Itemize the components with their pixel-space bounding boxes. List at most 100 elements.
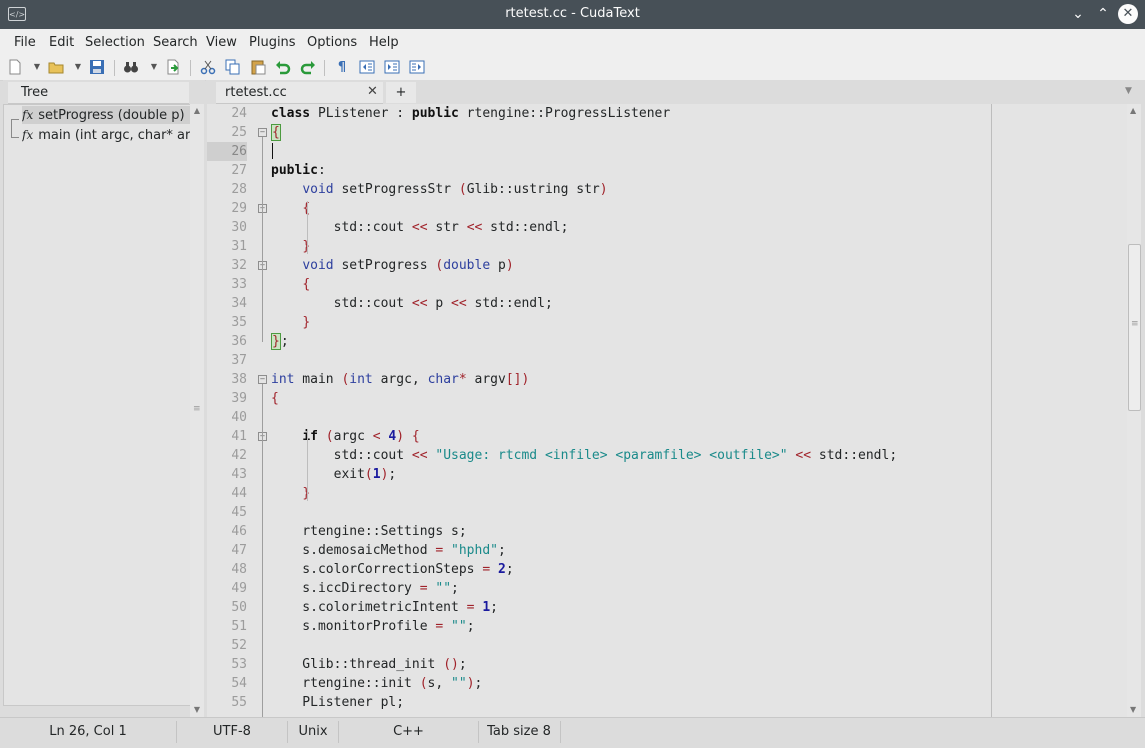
line-number: 52 xyxy=(231,638,247,653)
line-number: 33 xyxy=(231,277,247,292)
indent-guide xyxy=(307,201,308,254)
redo-icon[interactable] xyxy=(299,59,317,77)
window-title: rtetest.cc - CudaText xyxy=(505,6,640,21)
tab-label: rtetest.cc xyxy=(225,85,287,100)
code-line: s.demosaicMethod = "hphd"; xyxy=(271,543,506,558)
line-number: 27 xyxy=(231,163,247,178)
line-number: 43 xyxy=(231,467,247,482)
function-icon: fx xyxy=(22,108,34,122)
menu-view[interactable]: View xyxy=(206,29,237,57)
text-caret xyxy=(272,143,273,159)
code-line: PListener pl; xyxy=(271,695,405,710)
tree-item-label: setProgress (double p) xyxy=(38,108,185,123)
scroll-up-icon[interactable]: ▲ xyxy=(1130,106,1136,115)
fold-toggle-icon[interactable]: − xyxy=(258,375,267,384)
line-number: 31 xyxy=(231,239,247,254)
comment-icon[interactable] xyxy=(408,59,426,77)
line-number: 40 xyxy=(231,410,247,425)
code-line: { xyxy=(302,277,311,292)
copy-icon[interactable] xyxy=(224,59,242,77)
line-number: 39 xyxy=(231,391,247,406)
open-folder-icon[interactable] xyxy=(47,59,65,77)
line-number: 26 xyxy=(207,142,247,161)
find-dropdown-icon[interactable]: ▼ xyxy=(150,62,158,72)
code-line: rtengine::Settings s; xyxy=(271,524,467,539)
code-line: std::cout << "Usage: rtcmd <infile> <par… xyxy=(271,448,898,463)
new-file-icon[interactable] xyxy=(6,59,24,77)
status-line-ends[interactable]: Unix xyxy=(288,718,338,745)
menu-file[interactable]: File xyxy=(14,29,36,57)
unindent-icon[interactable] xyxy=(358,59,376,77)
menu-edit[interactable]: Edit xyxy=(49,29,74,57)
code-line: { xyxy=(271,391,279,406)
line-number: 42 xyxy=(231,448,247,463)
new-tab-button[interactable]: + xyxy=(386,82,416,103)
undo-icon[interactable] xyxy=(274,59,292,77)
paste-icon[interactable] xyxy=(249,59,267,77)
code-line: } xyxy=(271,237,310,256)
fold-range-line xyxy=(262,270,263,323)
line-number: 46 xyxy=(231,524,247,539)
cut-icon[interactable] xyxy=(199,59,217,77)
line-number: 24 xyxy=(231,106,247,121)
menu-help[interactable]: Help xyxy=(369,29,399,57)
scroll-down-icon[interactable]: ▼ xyxy=(1130,705,1136,714)
go-to-icon[interactable] xyxy=(164,59,182,77)
tree-item-setprogress[interactable]: fx setProgress (double p) xyxy=(22,106,192,124)
menu-search[interactable]: Search xyxy=(153,29,198,57)
line-number: 47 xyxy=(231,543,247,558)
code-line: }; xyxy=(271,333,289,350)
line-number: 53 xyxy=(231,657,247,672)
tree-item-main[interactable]: fx main (int argc, char* argv xyxy=(22,126,192,144)
maximize-button[interactable]: ⌃ xyxy=(1092,4,1114,24)
line-number: 25 xyxy=(231,125,247,140)
scroll-down-icon[interactable]: ▼ xyxy=(190,705,204,714)
code-line: { xyxy=(271,199,310,218)
menu-selection[interactable]: Selection xyxy=(85,29,145,57)
code-line: } xyxy=(302,315,311,330)
code-line: void setProgress (double p) xyxy=(302,258,514,273)
status-lexer[interactable]: C++ xyxy=(339,718,478,745)
scroll-thumb[interactable]: ≡ xyxy=(1128,244,1141,411)
tab-rtetest[interactable]: rtetest.cc ✕ xyxy=(216,82,383,104)
status-encoding[interactable]: UTF-8 xyxy=(177,718,287,745)
line-number: 28 xyxy=(231,182,247,197)
code-line: std::cout << p << std::endl; xyxy=(271,296,553,311)
menu-plugins[interactable]: Plugins xyxy=(249,29,296,57)
pilcrow-icon[interactable]: ¶ xyxy=(333,59,351,77)
code-line: void setProgressStr (Glib::ustring str) xyxy=(302,182,608,197)
line-number: 49 xyxy=(231,581,247,596)
code-line: exit(1); xyxy=(271,467,397,482)
fold-range-line xyxy=(262,213,263,247)
line-number: 45 xyxy=(231,505,247,520)
menu-bar: File Edit Selection Search View Plugins … xyxy=(0,29,1145,57)
code-line: s.iccDirectory = ""; xyxy=(271,581,459,596)
status-position[interactable]: Ln 26, Col 1 xyxy=(0,718,176,745)
scroll-grip-icon: ≡ xyxy=(1131,319,1139,329)
status-tab-size[interactable]: Tab size 8 xyxy=(479,718,559,745)
tabs-menu-icon[interactable]: ▼ xyxy=(1125,86,1132,96)
line-number: 44 xyxy=(231,486,247,501)
line-number: 41 xyxy=(231,429,247,444)
find-binoculars-icon[interactable] xyxy=(122,59,140,77)
toolbar: ▼ ▼ ▼ ¶ xyxy=(0,57,1145,81)
code-line: class PListener : public rtengine::Progr… xyxy=(271,106,671,121)
new-file-dropdown-icon[interactable]: ▼ xyxy=(33,62,41,72)
fold-toggle-icon[interactable]: − xyxy=(258,128,267,137)
menu-options[interactable]: Options xyxy=(307,29,357,57)
minimize-button[interactable]: ⌄ xyxy=(1067,4,1089,24)
scroll-up-icon[interactable]: ▲ xyxy=(190,106,204,115)
tab-tree[interactable]: Tree xyxy=(8,82,189,104)
code-line: std::cout << str << std::endl; xyxy=(271,220,569,235)
close-tab-icon[interactable]: ✕ xyxy=(367,84,378,99)
save-icon[interactable] xyxy=(88,59,106,77)
code-line: rtengine::init (s, ""); xyxy=(271,676,483,691)
open-dropdown-icon[interactable]: ▼ xyxy=(74,62,82,72)
fold-range-line xyxy=(262,441,263,494)
function-icon: fx xyxy=(22,128,34,142)
tree-item-label: main (int argc, char* argv xyxy=(38,128,192,143)
tree-scrollbar[interactable]: ▲ ≡ ▼ xyxy=(190,104,204,717)
close-window-button[interactable]: ✕ xyxy=(1118,4,1138,24)
code-line: int main (int argc, char* argv[]) xyxy=(271,372,530,387)
indent-icon[interactable] xyxy=(383,59,401,77)
